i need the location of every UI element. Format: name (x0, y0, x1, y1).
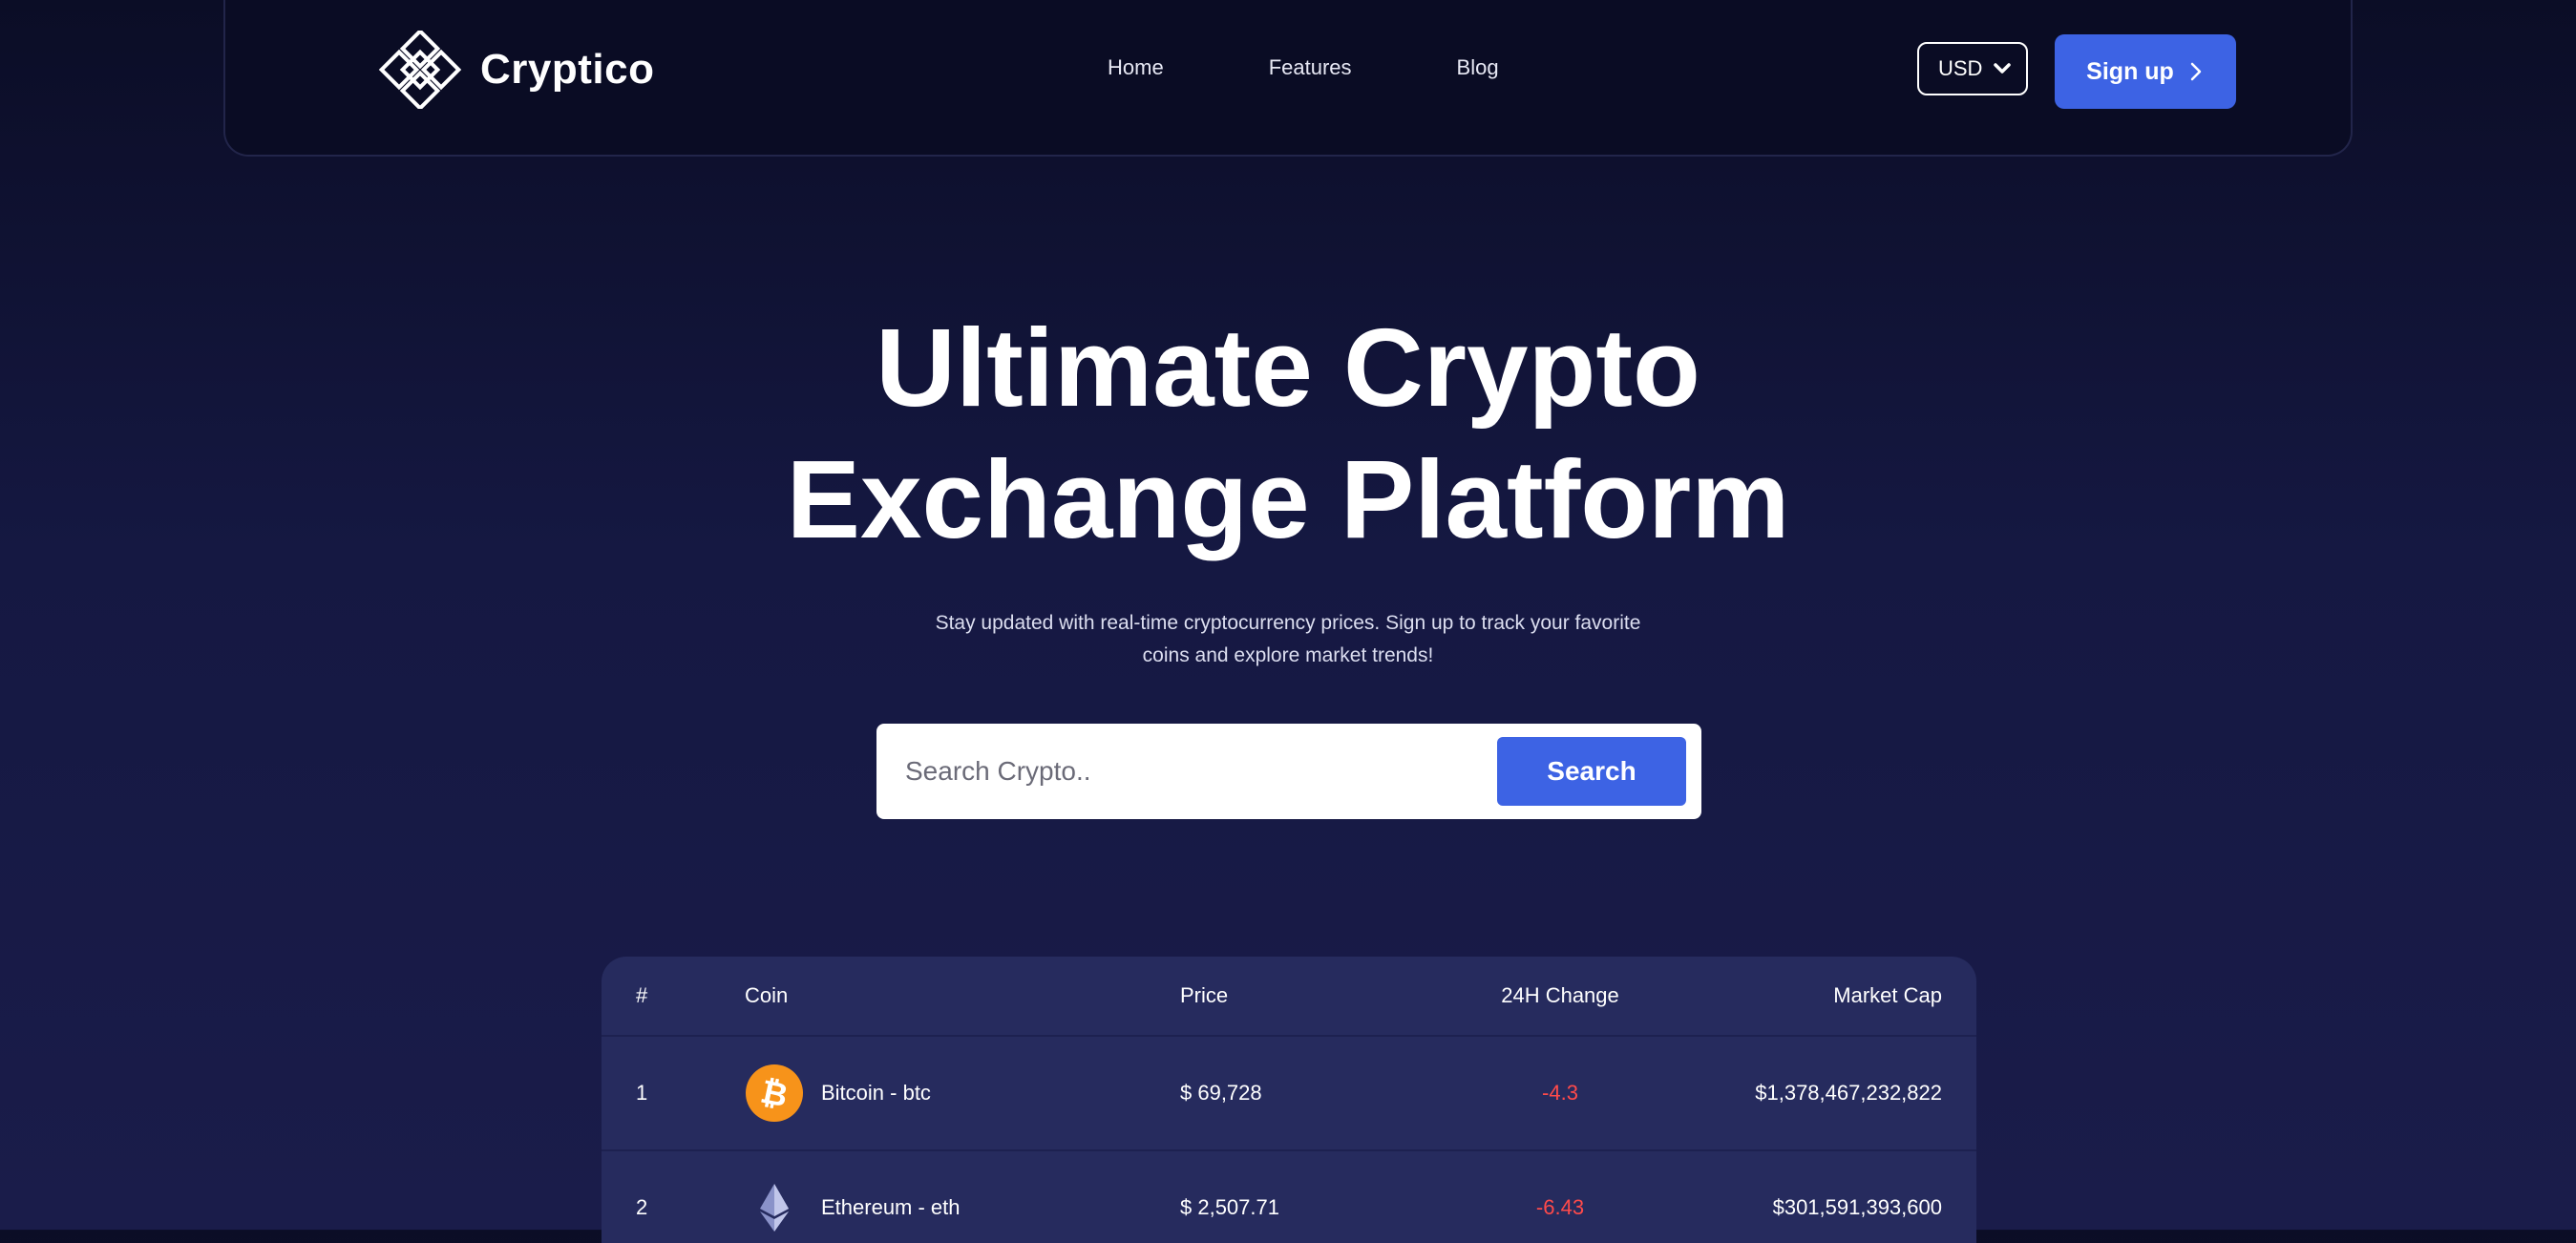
currency-value: USD (1938, 56, 1983, 80)
nav-link-home[interactable]: Home (1108, 55, 1164, 80)
header-24h-change: 24H Change (1501, 983, 1619, 1007)
header-rank: # (636, 983, 648, 1007)
main-nav: Home Features Blog (1108, 55, 1604, 80)
row-change: -4.3 (1542, 1081, 1578, 1105)
brand-name: Cryptico (480, 46, 655, 93)
row-rank: 2 (636, 1195, 648, 1219)
chevron-right-icon (2190, 62, 2202, 81)
header-market-cap: Market Cap (1833, 983, 1942, 1007)
header-coin: Coin (745, 983, 789, 1007)
row-coin: Ethereum - eth (745, 1178, 961, 1237)
knot-logo-icon (378, 31, 462, 109)
coin-name: Ethereum - eth (821, 1195, 961, 1219)
search-bar: Search (876, 724, 1701, 819)
hero-subtitle-line-2: coins and explore market trends! (1142, 644, 1434, 666)
row-coin: ₿ Bitcoin - btc (745, 1064, 931, 1123)
header-price: Price (1180, 983, 1229, 1007)
search-input[interactable] (903, 745, 1457, 798)
row-change: -6.43 (1535, 1195, 1585, 1219)
signup-label: Sign up (2086, 57, 2174, 85)
signup-button[interactable]: Sign up (2055, 34, 2236, 109)
ethereum-icon (760, 1184, 789, 1232)
navbar: Cryptico Home Features Blog USD Sign up (223, 0, 2353, 157)
hero-subtitle-line-1: Stay updated with real-time cryptocurren… (935, 612, 1641, 634)
coin-table: # Coin Price 24H Change Market Cap 1 ₿ B… (602, 957, 1976, 1243)
row-market-cap: $301,591,393,600 (1772, 1195, 1942, 1219)
search-button[interactable]: Search (1497, 737, 1686, 806)
row-price: $ 2,507.71 (1180, 1195, 1279, 1219)
table-header: # Coin Price 24H Change Market Cap (602, 957, 1976, 1037)
nav-link-blog[interactable]: Blog (1457, 55, 1499, 80)
hero-subtitle: Stay updated with real-time cryptocurren… (906, 607, 1670, 672)
nav-link-features[interactable]: Features (1269, 55, 1352, 80)
hero-title: Ultimate Crypto Exchange Platform (0, 302, 2576, 565)
bitcoin-icon: ₿ (746, 1064, 803, 1122)
hero-title-line-2: Exchange Platform (786, 437, 1790, 561)
row-rank: 1 (636, 1081, 648, 1105)
brand-logo[interactable]: Cryptico (373, 31, 654, 109)
currency-select[interactable]: USD (1917, 42, 2028, 95)
row-price: $ 69,728 (1180, 1081, 1262, 1105)
coin-name: Bitcoin - btc (821, 1081, 931, 1105)
table-row[interactable]: 1 ₿ Bitcoin - btc $ 69,728 -4.3 $1,378,4… (602, 1037, 1976, 1151)
row-market-cap: $1,378,467,232,822 (1755, 1081, 1942, 1105)
chevron-down-icon (1994, 63, 2011, 74)
hero-title-line-1: Ultimate Crypto (876, 305, 1700, 430)
